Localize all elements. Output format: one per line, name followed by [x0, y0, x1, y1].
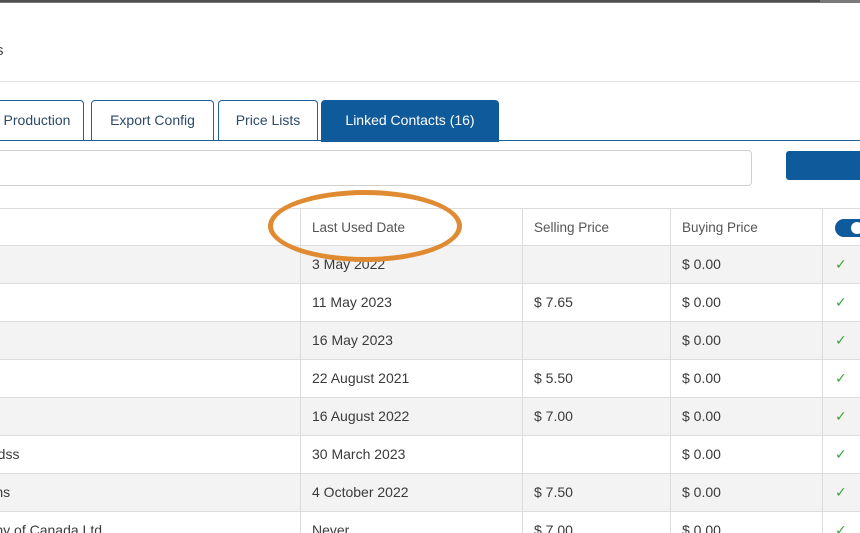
tab-linked-contacts[interactable]: Linked Contacts (16) — [321, 100, 499, 142]
cell-last-used-date: 11 May 2023 — [300, 284, 522, 321]
cell-name: gahns — [0, 484, 11, 500]
tab-price-lists[interactable]: Price Lists — [218, 100, 318, 141]
cell-last-used-date: 16 August 2022 — [300, 398, 522, 435]
check-icon: ✓ — [835, 294, 847, 310]
table-row[interactable]: npany of Canada Ltd Never $ 7.00 $ 0.00 … — [0, 512, 860, 533]
cell-name — [0, 360, 300, 397]
header-buying-price[interactable]: Buying Price — [670, 209, 822, 245]
search-input[interactable] — [0, 150, 752, 186]
action-button[interactable] — [786, 151, 860, 180]
header-divider — [0, 81, 860, 82]
cell-selling-price: $ 7.00 — [522, 512, 670, 533]
header-toggle-cell — [822, 209, 860, 245]
cell-name — [0, 398, 300, 435]
window-top-edge-dark — [0, 0, 820, 2]
cell-name — [0, 322, 300, 359]
cell-name — [0, 246, 300, 283]
select-all-toggle[interactable] — [835, 219, 860, 237]
table-row[interactable]: 16 May 2023 $ 0.00 ✓ — [0, 322, 860, 360]
table-row[interactable]: 22 August 2021 $ 5.50 $ 0.00 ✓ — [0, 360, 860, 398]
cell-last-used-date: 16 May 2023 — [300, 322, 522, 359]
check-icon: ✓ — [835, 484, 847, 500]
cell-buying-price: $ 0.00 — [670, 246, 822, 283]
header-last-used-date[interactable]: Last Used Date — [300, 209, 522, 245]
table-row[interactable]: gahns 4 October 2022 $ 7.50 $ 0.00 ✓ — [0, 474, 860, 512]
cell-last-used-date: 4 October 2022 — [300, 474, 522, 511]
header-name[interactable] — [0, 209, 300, 245]
table-header-row: Last Used Date Selling Price Buying Pric… — [0, 208, 860, 246]
toggle-knob — [851, 222, 860, 234]
cell-buying-price: $ 0.00 — [670, 474, 822, 511]
check-icon: ✓ — [835, 522, 847, 533]
tab-bar: Production Export Config Price Lists Lin… — [0, 100, 860, 142]
cell-status: ✓ — [822, 474, 860, 511]
check-icon: ✓ — [835, 332, 847, 348]
cell-buying-price: $ 0.00 — [670, 322, 822, 359]
tab-export-config[interactable]: Export Config — [91, 100, 214, 141]
table-row[interactable]: ynoldss 30 March 2023 $ 0.00 ✓ — [0, 436, 860, 474]
tab-underline — [0, 140, 860, 141]
cell-selling-price — [522, 436, 670, 473]
cell-last-used-date: 22 August 2021 — [300, 360, 522, 397]
cell-status: ✓ — [822, 322, 860, 359]
table-row[interactable]: 16 August 2022 $ 7.00 $ 0.00 ✓ — [0, 398, 860, 436]
cell-last-used-date: 3 May 2022 — [300, 246, 522, 283]
check-icon: ✓ — [835, 446, 847, 462]
cell-last-used-date: 30 March 2023 — [300, 436, 522, 473]
linked-contacts-table: Last Used Date Selling Price Buying Pric… — [0, 208, 860, 533]
cell-selling-price: $ 7.00 — [522, 398, 670, 435]
cell-selling-price: $ 5.50 — [522, 360, 670, 397]
check-icon: ✓ — [835, 256, 847, 272]
cell-buying-price: $ 0.00 — [670, 360, 822, 397]
cell-last-used-date: Never — [300, 512, 522, 533]
cell-status: ✓ — [822, 284, 860, 321]
cell-status: ✓ — [822, 246, 860, 283]
check-icon: ✓ — [835, 370, 847, 386]
cell-selling-price — [522, 322, 670, 359]
tab-production[interactable]: Production — [0, 100, 84, 141]
cell-buying-price: $ 0.00 — [670, 284, 822, 321]
cell-selling-price — [522, 246, 670, 283]
cell-status: ✓ — [822, 398, 860, 435]
table-row[interactable]: 3 May 2022 $ 0.00 ✓ — [0, 246, 860, 284]
cell-status: ✓ — [822, 436, 860, 473]
header-selling-price[interactable]: Selling Price — [522, 209, 670, 245]
cell-selling-price: $ 7.50 — [522, 474, 670, 511]
table-row[interactable]: 11 May 2023 $ 7.65 $ 0.00 ✓ — [0, 284, 860, 322]
cell-status: ✓ — [822, 512, 860, 533]
page-title: s — [0, 42, 4, 59]
cell-buying-price: $ 0.00 — [670, 512, 822, 533]
cell-name: npany of Canada Ltd — [0, 522, 102, 533]
check-icon: ✓ — [835, 408, 847, 424]
cell-buying-price: $ 0.00 — [670, 398, 822, 435]
cell-status: ✓ — [822, 360, 860, 397]
cell-buying-price: $ 0.00 — [670, 436, 822, 473]
cell-name: ynoldss — [0, 446, 20, 462]
cell-name — [0, 284, 300, 321]
cell-selling-price: $ 7.65 — [522, 284, 670, 321]
